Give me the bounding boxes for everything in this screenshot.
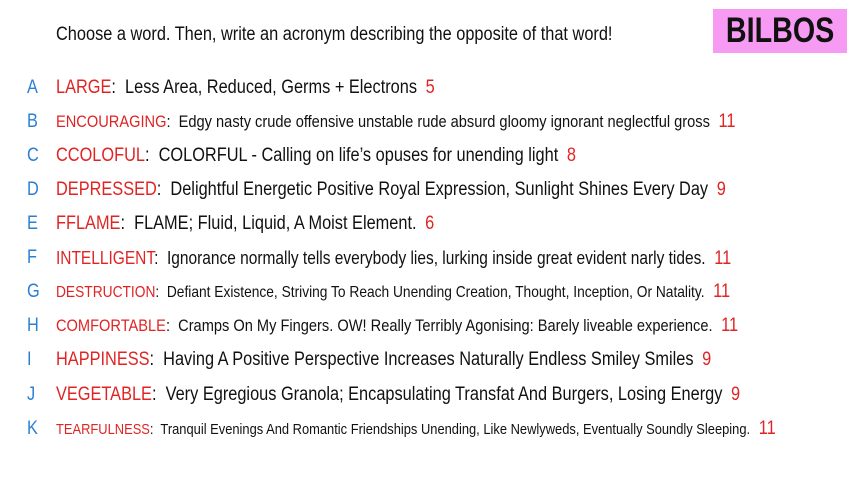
row-acronym: Cramps On My Fingers. OW! Really Terribl… <box>178 316 713 335</box>
answer-list: A LARGE: Less Area, Reduced, Germs + Ele… <box>0 0 853 480</box>
row-content: INTELLIGENT: Ignorance normally tells ev… <box>56 248 732 269</box>
row-letter: C <box>27 145 39 166</box>
row-content: LARGE: Less Area, Reduced, Germs + Elect… <box>56 77 435 98</box>
list-item: C CCOLOFUL: COLORFUL - Calling on life’s… <box>0 143 853 169</box>
row-count: 6 <box>425 213 435 234</box>
row-word: INTELLIGENT <box>56 248 155 268</box>
row-letter: G <box>27 281 40 302</box>
row-word: COMFORTABLE <box>56 316 166 335</box>
list-item: A LARGE: Less Area, Reduced, Germs + Ele… <box>0 75 853 101</box>
row-count: 11 <box>721 315 739 336</box>
row-acronym: Ignorance normally tells everybody lies,… <box>166 248 706 268</box>
list-item: I HAPPINESS: Having A Positive Perspecti… <box>0 347 853 373</box>
row-word: TEARFULNESS <box>56 421 150 438</box>
row-word: LARGE <box>56 77 112 98</box>
row-content: VEGETABLE: Very Egregious Granola; Encap… <box>56 384 741 405</box>
row-acronym: Less Area, Reduced, Germs + Electrons <box>125 77 418 98</box>
row-acronym: FLAME; Fluid, Liquid, A Moist Element. <box>134 213 417 234</box>
row-content: FFLAME: FLAME; Fluid, Liquid, A Moist El… <box>56 213 435 234</box>
row-letter: J <box>27 384 36 405</box>
list-item: H COMFORTABLE: Cramps On My Fingers. OW!… <box>0 313 853 339</box>
list-item: J VEGETABLE: Very Egregious Granola; Enc… <box>0 382 853 408</box>
row-word: DESTRUCTION <box>56 284 156 301</box>
list-item: F INTELLIGENT: Ignorance normally tells … <box>0 245 853 271</box>
row-letter: I <box>27 349 32 370</box>
row-acronym: Having A Positive Perspective Increases … <box>163 349 694 370</box>
row-word: FFLAME <box>56 213 121 234</box>
row-word: VEGETABLE <box>56 384 152 405</box>
row-acronym: COLORFUL - Calling on life’s opuses for … <box>158 145 559 166</box>
row-word: DEPRESSED <box>56 179 157 200</box>
row-word: CCOLOFUL <box>56 145 145 166</box>
row-letter: K <box>27 418 38 439</box>
row-word: ENCOURAGING <box>56 112 167 131</box>
row-word: HAPPINESS <box>56 349 150 370</box>
row-count: 11 <box>713 281 731 302</box>
row-content: CCOLOFUL: COLORFUL - Calling on life’s o… <box>56 145 576 166</box>
row-count: 11 <box>758 418 776 439</box>
row-acronym: Defiant Existence, Striving To Reach Une… <box>166 284 705 301</box>
list-item: K TEARFULNESS: Tranquil Evenings And Rom… <box>0 416 853 442</box>
list-item: E FFLAME: FLAME; Fluid, Liquid, A Moist … <box>0 211 853 237</box>
row-letter: H <box>27 315 39 336</box>
row-letter: E <box>27 213 38 234</box>
row-count: 9 <box>731 384 741 405</box>
row-content: COMFORTABLE: Cramps On My Fingers. OW! R… <box>56 315 739 336</box>
row-count: 11 <box>714 248 732 269</box>
row-count: 9 <box>716 179 726 200</box>
row-content: ENCOURAGING: Edgy nasty crude offensive … <box>56 111 736 132</box>
list-item: D DEPRESSED: Delightful Energetic Positi… <box>0 177 853 203</box>
row-letter: B <box>27 111 38 132</box>
row-letter: D <box>27 179 39 200</box>
row-content: HAPPINESS: Having A Positive Perspective… <box>56 349 712 370</box>
row-count: 9 <box>702 349 712 370</box>
list-item: B ENCOURAGING: Edgy nasty crude offensiv… <box>0 109 853 135</box>
row-count: 11 <box>718 111 736 132</box>
row-content: TEARFULNESS: Tranquil Evenings And Roman… <box>56 418 776 439</box>
row-content: DEPRESSED: Delightful Energetic Positive… <box>56 179 726 200</box>
row-letter: A <box>27 77 38 98</box>
row-acronym: Very Egregious Granola; Encapsulating Tr… <box>165 384 723 405</box>
row-count: 8 <box>566 145 576 166</box>
row-letter: F <box>27 247 37 268</box>
row-acronym: Delightful Energetic Positive Royal Expr… <box>170 179 709 200</box>
row-acronym: Edgy nasty crude offensive unstable rude… <box>178 112 710 131</box>
list-item: G DESTRUCTION: Defiant Existence, Strivi… <box>0 279 853 305</box>
row-count: 5 <box>425 77 435 98</box>
row-content: DESTRUCTION: Defiant Existence, Striving… <box>56 281 731 302</box>
row-acronym: Tranquil Evenings And Romantic Friendshi… <box>160 421 751 438</box>
